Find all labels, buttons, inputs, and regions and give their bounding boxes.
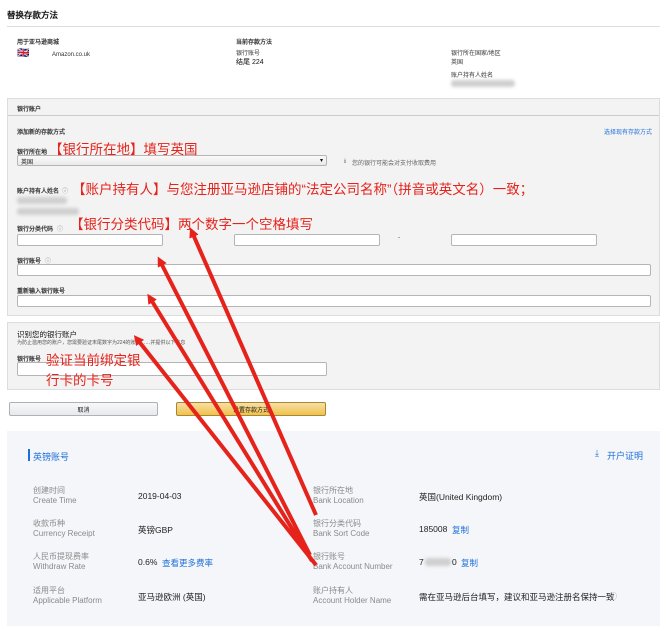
account-number-en: Bank Account Number	[313, 562, 393, 571]
sort-code-input-2[interactable]	[234, 234, 380, 246]
holder-cn: 账户持有人	[313, 586, 353, 595]
fee-cn: 人民币提现费率	[33, 552, 89, 561]
help-icon: ⓘ	[62, 189, 69, 195]
holder-en: Account Holder Name	[313, 596, 392, 605]
sort-code-input-1[interactable]	[17, 234, 163, 246]
annotation-sort-code: 【银行分类代码】两个数字一个空格填写	[70, 217, 313, 232]
bank-account-panel	[7, 98, 660, 316]
verify-description: 为防止滥用您的账户，您需要验证末尾数字为224的账户……并提供以下信息	[17, 340, 186, 346]
more-rates-link[interactable]: 查看更多费率	[162, 557, 213, 569]
bank-location-value: 英国(United Kingdom)	[419, 492, 503, 502]
bank-section-label: 银行账户	[17, 107, 42, 113]
sort-code-input-3[interactable]	[451, 234, 597, 246]
help-icon: ⓘ	[609, 592, 617, 601]
gbp-account-title: 英镑账号	[33, 452, 70, 462]
uk-flag-icon: 🇬🇧	[17, 48, 30, 59]
fee-value: 0.6%	[138, 557, 158, 567]
download-icon[interactable]: ⤓	[595, 448, 599, 459]
help-icon: ⓘ	[57, 227, 64, 233]
sort-code-label: 银行分类代码	[17, 227, 54, 233]
account-proof-link[interactable]: 开户证明	[607, 449, 643, 462]
annotation-verify-line2: 行卡的卡号	[46, 373, 114, 388]
annotation-bank-location: 【银行所在地】填写英国	[49, 142, 198, 157]
dropdown-arrow-icon: ▾	[319, 158, 323, 164]
platform-value: 亚马逊欧洲 (英国)	[138, 592, 206, 602]
holder-value: 需在亚马逊后台填写，建议和亚马逊注册名保持一致	[419, 592, 615, 602]
page-title: 替换存款方法	[7, 10, 59, 20]
country-label: 银行所在国家/地区	[451, 51, 501, 57]
create-time-value: 2019-04-03	[138, 491, 182, 501]
marketplace-value: Amazon.co.uk	[52, 52, 91, 58]
account-number-input[interactable]	[17, 264, 651, 276]
platform-en: Applicable Platform	[33, 596, 102, 605]
account-number-suffix: 0	[452, 557, 457, 567]
add-method-label: 添加新的存款方式	[17, 130, 66, 136]
info-icon: ℹ	[344, 159, 347, 165]
fee-en: Withdraw Rate	[33, 562, 86, 571]
current-method-label: 当前存款方法	[236, 40, 273, 46]
holder-name-redacted-2	[17, 197, 67, 204]
marketplace-label: 用于亚马逊商城	[17, 40, 60, 46]
create-time-cn: 创建时间	[33, 486, 65, 495]
account-number-cn: 银行账号	[313, 552, 345, 561]
screenshot-page: 替换存款方法 用于亚马逊商城 🇬🇧 Amazon.co.uk 当前存款方法 银行…	[0, 0, 667, 631]
reenter-account-input[interactable]	[17, 295, 651, 307]
platform-cn: 适用平台	[33, 586, 65, 595]
sort-code-value: 185008	[419, 524, 448, 534]
copy-account-number-button[interactable]: 复制	[461, 557, 478, 569]
select-existing-method-link[interactable]: 选择现有存款方式	[604, 127, 652, 136]
copy-sort-code-button[interactable]: 复制	[452, 524, 469, 536]
currency-en: Currency Receipt	[33, 529, 95, 538]
create-time-en: Create Time	[33, 496, 77, 505]
cancel-button[interactable]: 取消	[9, 402, 158, 416]
holder-name-redacted	[451, 80, 515, 87]
set-deposit-method-button[interactable]: 设置存款方式	[176, 402, 326, 416]
account-holder-label: 账户持有人姓名	[17, 189, 60, 195]
holder-label: 账户持有人姓名	[451, 73, 494, 79]
country-value: 英国	[451, 60, 464, 66]
account-number-prefix: 7	[419, 557, 424, 567]
sort-code-cn: 银行分类代码	[313, 519, 361, 528]
account-number-value: 结尾 224	[236, 59, 264, 66]
bank-fee-note: 您的银行可能会对支付收取费用	[352, 161, 437, 167]
bank-location-en: Bank Location	[313, 496, 364, 505]
annotation-verify-line1: 验证当前绑定银	[46, 353, 141, 368]
account-number-label: 银行账号	[236, 51, 261, 57]
bank-location-cn: 银行所在地	[313, 486, 353, 495]
currency-value: 英镑GBP	[138, 525, 173, 535]
account-number-redacted	[425, 558, 451, 566]
currency-cn: 收款币种	[33, 519, 65, 528]
reenter-account-label: 重新输入银行账号	[17, 289, 66, 295]
bank-location-value: 英国	[21, 160, 34, 166]
annotation-account-holder: 【账户持有人】与您注册亚马逊店铺的“法定公司名称”（拼音或英文名）一致；	[72, 182, 534, 197]
sort-code-separator: -	[398, 235, 400, 241]
title-accent-bar	[28, 449, 30, 461]
sort-code-en: Bank Sort Code	[313, 529, 370, 538]
